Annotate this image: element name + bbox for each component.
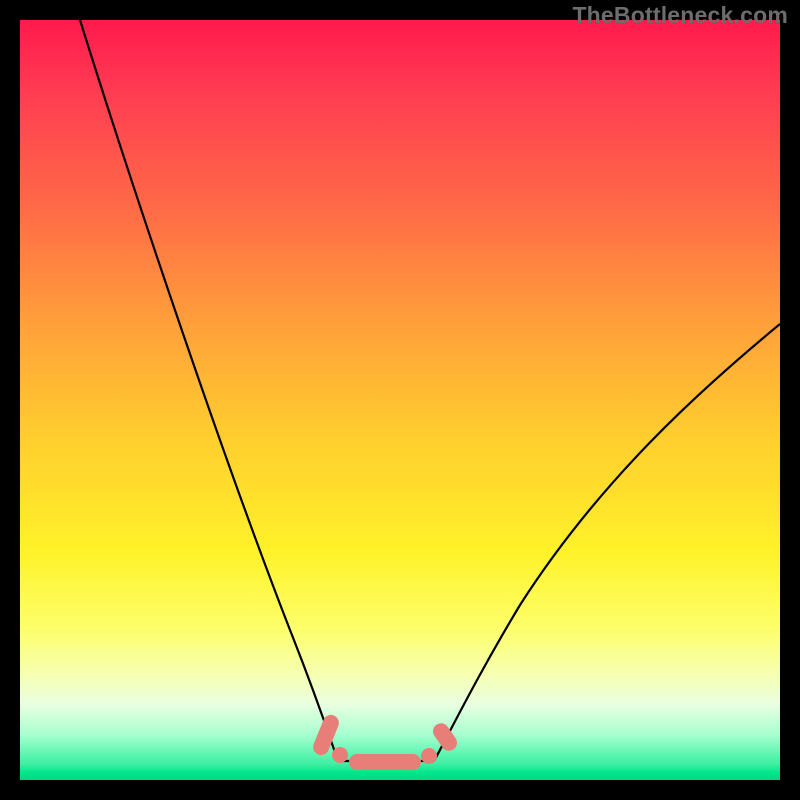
chart-plot-area [20,20,780,780]
right-curve [434,324,780,761]
marker-right-pill-1 [430,720,460,754]
marker-left-dot-1 [332,747,348,763]
marker-group [311,713,460,770]
marker-right-dot-1 [421,748,437,764]
left-curve [80,20,338,761]
chart-svg [20,20,780,780]
watermark-text: TheBottleneck.com [572,2,788,29]
marker-bottom-pill [349,754,421,770]
